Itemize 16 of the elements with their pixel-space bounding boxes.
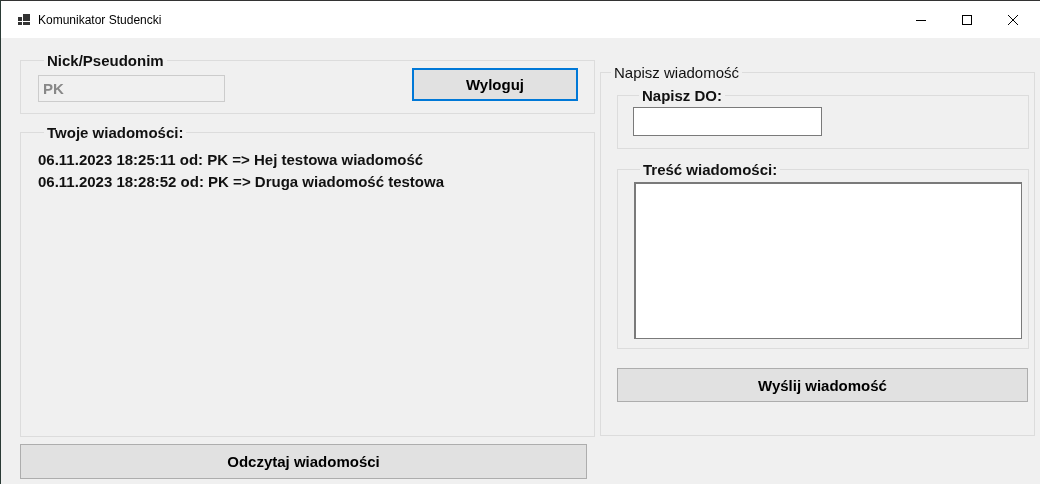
app-icon — [18, 13, 30, 26]
group-label: Twoje wiadomości: — [46, 124, 185, 141]
logout-button[interactable]: Wyloguj — [412, 68, 578, 101]
message-line: 06.11.2023 18:25:11 od: PK => Hej testowa wiadomość — [38, 150, 425, 170]
group-label: Napisz DO: — [641, 87, 723, 104]
close-icon[interactable] — [1007, 13, 1019, 26]
window-title: Komunikator Studencki — [38, 12, 163, 27]
group-label: Treść wiadomości: — [642, 161, 779, 178]
group-label: Nick/Pseudonim — [46, 52, 165, 69]
group-label: Napisz wiadomość — [613, 64, 741, 81]
message-text-area[interactable] — [634, 182, 1022, 339]
recipient-field[interactable] — [633, 107, 822, 136]
read-messages-button[interactable]: Odczytaj wiadomości — [20, 444, 587, 479]
maximize-icon[interactable] — [961, 13, 973, 26]
send-button[interactable]: Wyślij wiadomość — [617, 368, 1028, 402]
message-line: 06.11.2023 18:28:52 od: PK => Druga wiadomość testowa — [38, 172, 445, 192]
